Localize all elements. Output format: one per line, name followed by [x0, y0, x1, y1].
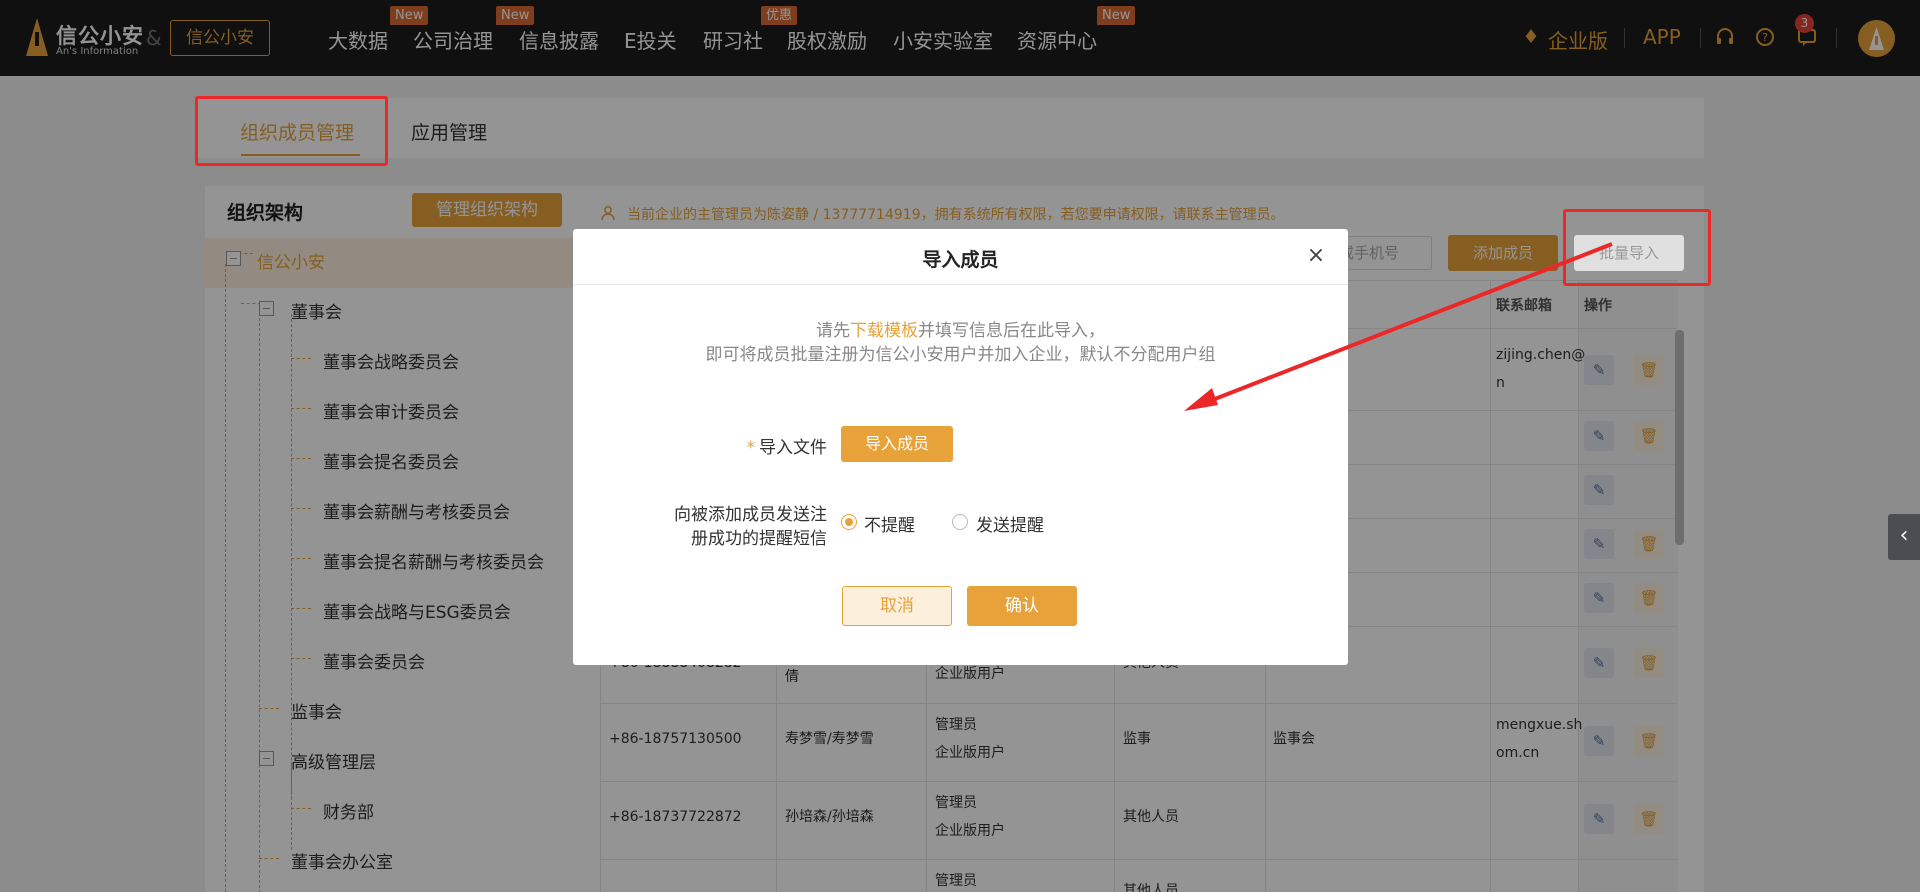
annotation-arrow	[1184, 242, 1613, 411]
